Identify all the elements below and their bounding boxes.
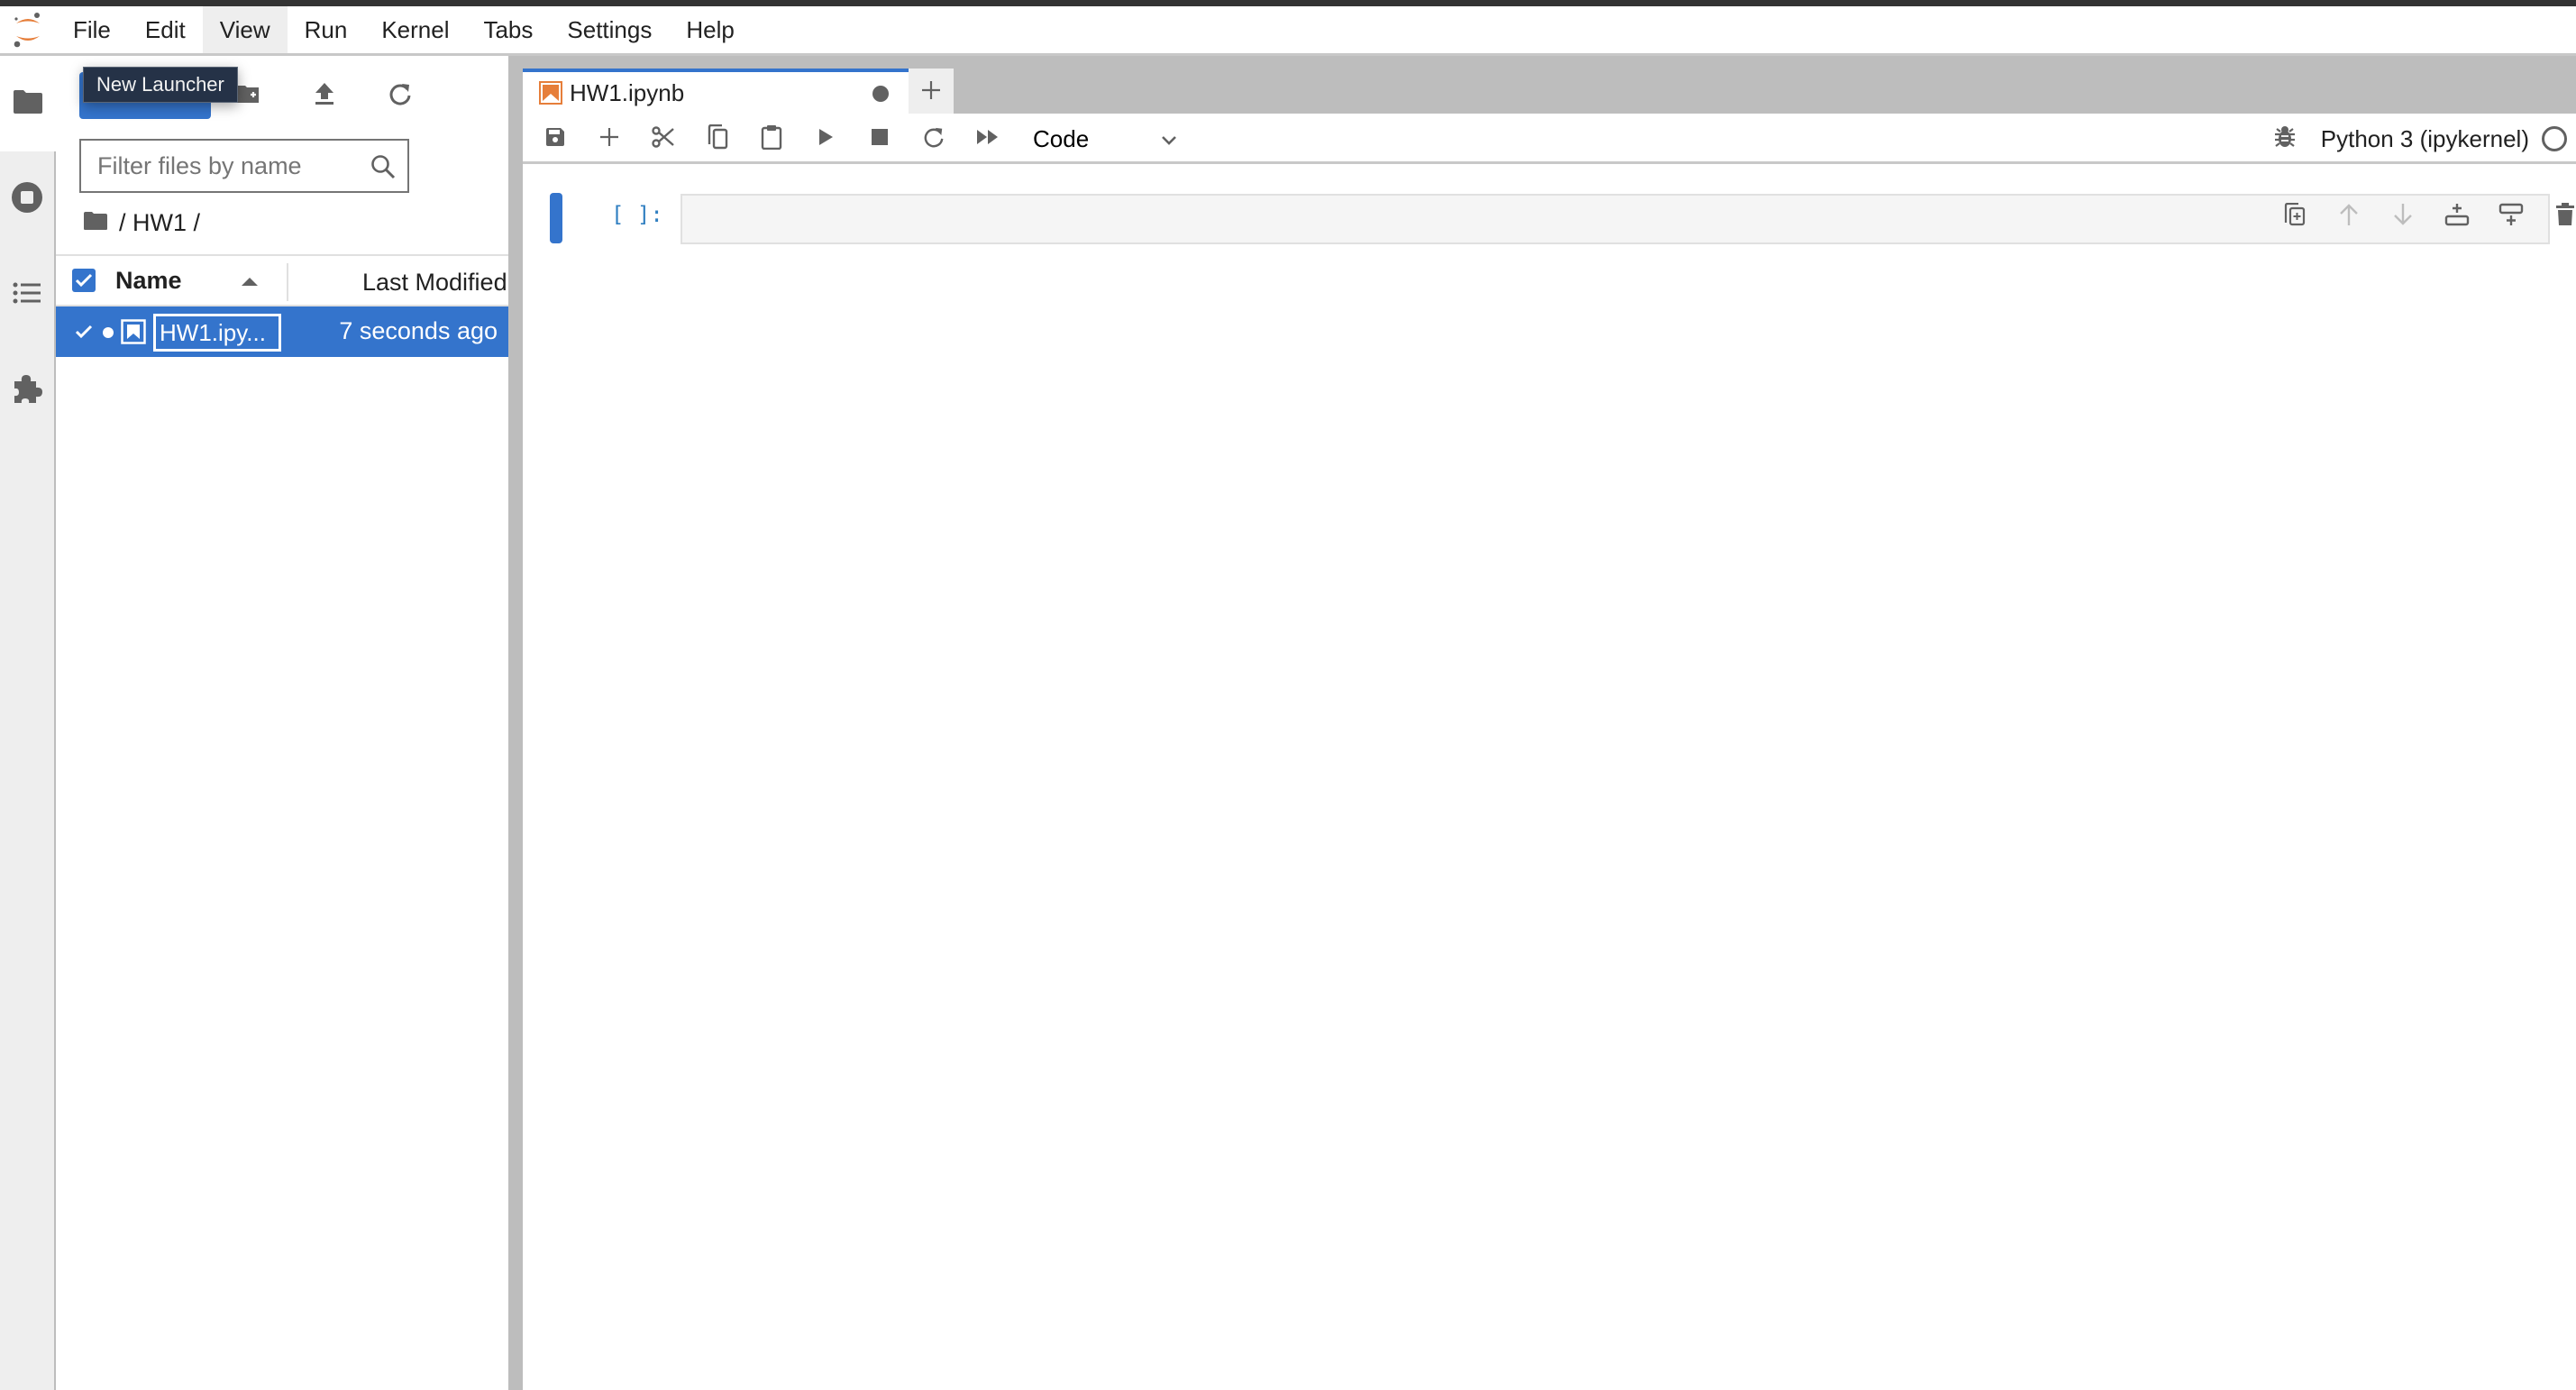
paste-button[interactable] bbox=[754, 123, 790, 155]
menu-tabs[interactable]: Tabs bbox=[466, 6, 550, 53]
folder-icon bbox=[13, 89, 43, 119]
interrupt-kernel-button[interactable] bbox=[862, 123, 898, 155]
menu-run[interactable]: Run bbox=[288, 6, 365, 53]
menu-kernel[interactable]: Kernel bbox=[364, 6, 466, 53]
save-icon bbox=[544, 126, 566, 152]
cell-toolbar bbox=[2277, 198, 2574, 234]
tab-hw1-notebook[interactable]: HW1.ipynb bbox=[523, 69, 909, 114]
breadcrumb: / HW1 / bbox=[83, 205, 200, 241]
trash-icon bbox=[2555, 202, 2575, 231]
activity-extension-manager[interactable] bbox=[0, 343, 54, 438]
menu-help[interactable]: Help bbox=[669, 6, 751, 53]
file-checkbox[interactable] bbox=[72, 320, 96, 343]
arrow-up-icon bbox=[2338, 203, 2360, 231]
fast-forward-icon bbox=[976, 129, 1000, 150]
delete-cell-button[interactable] bbox=[2547, 198, 2576, 234]
file-browser-panel: New Launcher / HW1 / bbox=[56, 56, 508, 1390]
paste-icon bbox=[761, 124, 782, 154]
activity-file-browser[interactable] bbox=[0, 56, 56, 151]
cut-button[interactable] bbox=[645, 123, 681, 155]
home-folder-icon[interactable] bbox=[83, 209, 108, 237]
new-tab-button[interactable] bbox=[909, 69, 954, 114]
column-resize-handle[interactable] bbox=[287, 263, 288, 301]
running-icon bbox=[11, 181, 43, 218]
breadcrumb-path[interactable]: / HW1 / bbox=[119, 209, 200, 237]
restart-run-all-button[interactable] bbox=[970, 123, 1006, 155]
notebook-cell[interactable]: [ ]: bbox=[523, 191, 2576, 245]
left-activity-bar bbox=[0, 56, 56, 1390]
menu-settings[interactable]: Settings bbox=[550, 6, 669, 53]
jupyter-logo-icon[interactable] bbox=[0, 6, 56, 53]
debugger-icon[interactable] bbox=[2274, 125, 2296, 153]
insert-cell-above-button[interactable] bbox=[2439, 198, 2475, 234]
copy-button[interactable] bbox=[699, 123, 735, 155]
notebook-toolbar: Code Python 3 (ipykernel) bbox=[523, 114, 2576, 164]
cell-collapser[interactable] bbox=[550, 193, 562, 243]
window-top-strip bbox=[0, 0, 2576, 6]
insert-below-icon bbox=[2498, 203, 2524, 231]
move-cell-down-button[interactable] bbox=[2385, 198, 2421, 234]
refresh-button[interactable] bbox=[382, 78, 418, 114]
duplicate-cell-button[interactable] bbox=[2277, 198, 2313, 234]
rename-file-input[interactable]: HW1.ipy... bbox=[153, 314, 281, 352]
insert-above-icon bbox=[2444, 203, 2470, 231]
insert-cell-button[interactable] bbox=[591, 123, 627, 155]
new-folder-icon bbox=[237, 84, 260, 108]
cell-type-select[interactable]: Code bbox=[1033, 121, 1213, 157]
stop-icon bbox=[872, 128, 888, 150]
new-launcher-tooltip: New Launcher bbox=[83, 67, 238, 103]
menu-edit[interactable]: Edit bbox=[128, 6, 203, 53]
insert-cell-below-button[interactable] bbox=[2493, 198, 2529, 234]
file-list-header: Name Last Modified bbox=[56, 254, 508, 306]
cell-prompt: [ ]: bbox=[611, 202, 663, 227]
upload-icon bbox=[314, 82, 335, 110]
cell-type-value: Code bbox=[1033, 124, 1090, 152]
move-cell-up-button[interactable] bbox=[2331, 198, 2367, 234]
running-indicator-icon bbox=[103, 327, 114, 338]
cell-code-editor[interactable] bbox=[681, 194, 2550, 244]
restart-icon bbox=[923, 126, 945, 152]
file-list-item[interactable]: HW1.ipy... 7 seconds ago bbox=[56, 306, 508, 357]
notebook-icon bbox=[539, 81, 562, 109]
plus-icon bbox=[599, 127, 619, 151]
sort-ascending-icon bbox=[242, 278, 258, 286]
kernel-area: Python 3 (ipykernel) bbox=[2274, 114, 2576, 164]
copy-icon bbox=[707, 123, 728, 154]
chevron-down-icon bbox=[1159, 128, 1179, 156]
play-icon bbox=[818, 128, 834, 151]
search-icon bbox=[370, 153, 397, 185]
filter-files-input[interactable] bbox=[97, 151, 359, 180]
select-all-checkbox[interactable] bbox=[72, 269, 96, 292]
panel-resize-handle[interactable] bbox=[508, 56, 523, 1390]
tab-title: HW1.ipynb bbox=[570, 79, 685, 106]
scissors-icon bbox=[652, 125, 675, 153]
refresh-icon bbox=[388, 82, 412, 110]
table-of-contents-icon bbox=[13, 281, 41, 309]
filter-files-field[interactable] bbox=[79, 139, 409, 193]
column-header-name[interactable]: Name bbox=[115, 267, 182, 295]
arrow-down-icon bbox=[2392, 203, 2414, 231]
kernel-name[interactable]: Python 3 (ipykernel) bbox=[2321, 125, 2529, 153]
upload-button[interactable] bbox=[306, 78, 343, 114]
save-button[interactable] bbox=[537, 123, 573, 155]
file-browser-toolbar: New Launcher bbox=[56, 56, 508, 128]
notebook-file-icon bbox=[121, 319, 146, 349]
unsaved-changes-icon[interactable] bbox=[872, 86, 889, 102]
column-header-last-modified[interactable]: Last Modified bbox=[362, 269, 508, 297]
restart-kernel-button[interactable] bbox=[916, 123, 952, 155]
file-last-modified: 7 seconds ago bbox=[339, 317, 498, 344]
activity-table-of-contents[interactable] bbox=[0, 247, 54, 343]
kernel-status-idle-icon bbox=[2542, 126, 2567, 151]
menu-bar: File Edit View Run Kernel Tabs Settings … bbox=[0, 6, 2576, 56]
plus-icon bbox=[920, 74, 942, 109]
run-cell-button[interactable] bbox=[808, 123, 844, 155]
document-tab-bar: HW1.ipynb bbox=[523, 56, 2576, 114]
duplicate-icon bbox=[2284, 202, 2306, 231]
menu-view[interactable]: View bbox=[202, 6, 288, 53]
activity-running[interactable] bbox=[0, 151, 54, 247]
menu-file[interactable]: File bbox=[56, 6, 128, 53]
extension-icon bbox=[11, 372, 43, 409]
